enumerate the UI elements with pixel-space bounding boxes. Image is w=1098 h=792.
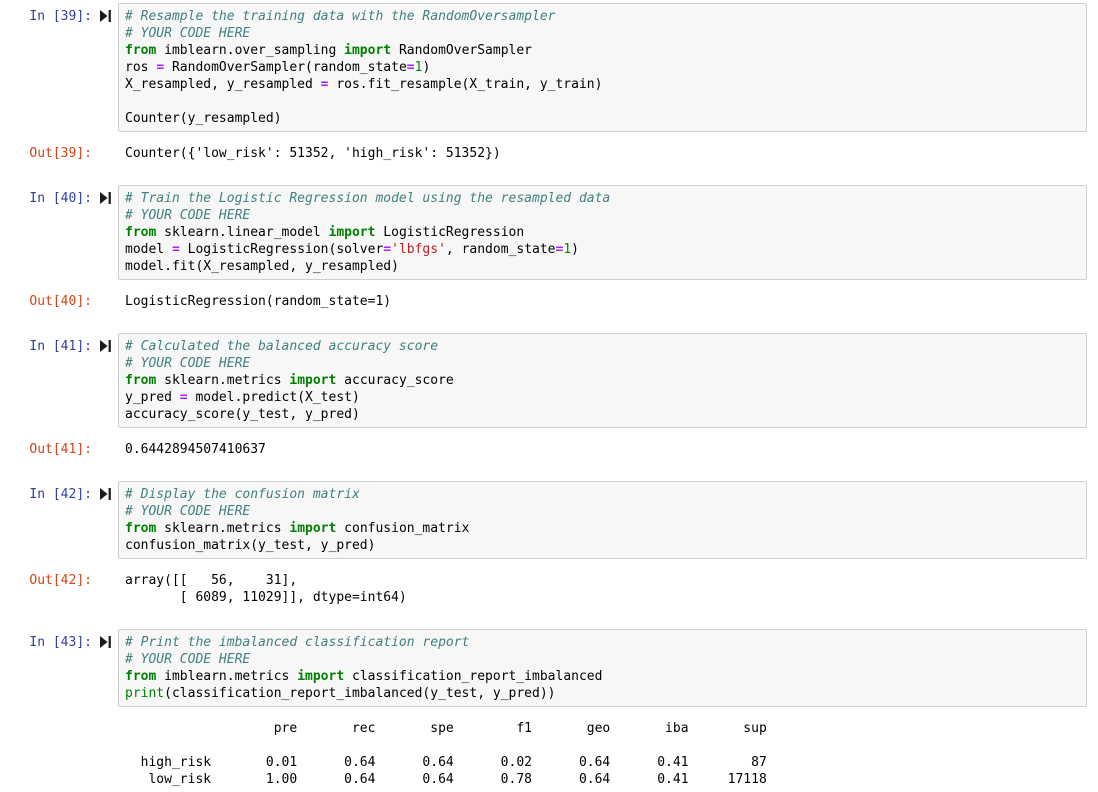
code-line: # YOUR CODE HERE xyxy=(125,26,251,41)
output-area: 0.6442894507410637 xyxy=(118,441,1098,458)
output-prompt: Out[41]: xyxy=(29,442,92,457)
code-line: from imblearn.metrics import classificat… xyxy=(125,669,603,684)
output-line: Counter({'low_risk': 51352, 'high_risk':… xyxy=(125,146,501,161)
run-cell-icon[interactable] xyxy=(99,10,111,22)
code-line: y_pred = model.predict(X_test) xyxy=(125,390,360,405)
code-line: Counter(y_resampled) xyxy=(125,111,282,126)
code-line: model = LogisticRegression(solver='lbfgs… xyxy=(125,242,579,257)
output-area: LogisticRegression(random_state=1) xyxy=(118,293,1098,310)
input-prompt: In [43]: xyxy=(29,635,92,650)
code-line: # Resample the training data with the Ra… xyxy=(125,9,556,24)
code-line: from sklearn.metrics import confusion_ma… xyxy=(125,521,470,536)
code-line: # Print the imbalanced classification re… xyxy=(125,635,470,650)
code-line: # YOUR CODE HERE xyxy=(125,356,251,371)
output-area: Counter({'low_risk': 51352, 'high_risk':… xyxy=(118,145,1098,162)
code-line: # YOUR CODE HERE xyxy=(125,208,251,223)
code-line: from imblearn.over_sampling import Rando… xyxy=(125,43,533,58)
code-cell-41: In [41]: # Calculated the balanced accur… xyxy=(0,333,1098,458)
run-cell-icon[interactable] xyxy=(99,636,111,648)
code-cell-43: In [43]: # Print the imbalanced classifi… xyxy=(0,629,1098,792)
code-line: confusion_matrix(y_test, y_pred) xyxy=(125,538,376,553)
play-step-icon xyxy=(99,636,111,648)
code-cell-40: In [40]: # Train the Logistic Regression… xyxy=(0,185,1098,310)
play-step-icon xyxy=(99,488,111,500)
output-prompt: Out[40]: xyxy=(29,294,92,309)
code-line: # Train the Logistic Regression model us… xyxy=(125,191,611,206)
output-line: [ 6089, 11029]], dtype=int64) xyxy=(125,590,407,605)
input-prompt: In [42]: xyxy=(29,487,92,502)
code-line: ros = RandomOverSampler(random_state=1) xyxy=(125,60,431,75)
code-cell-39: In [39]: # Resample the training data wi… xyxy=(0,3,1098,162)
code-editor[interactable]: # Display the confusion matrix # YOUR COD… xyxy=(118,481,1087,559)
run-cell-icon[interactable] xyxy=(99,488,111,500)
play-step-icon xyxy=(99,10,111,22)
code-cell-42: In [42]: # Display the confusion matrix #… xyxy=(0,481,1098,606)
code-line: # Display the confusion matrix xyxy=(125,487,360,502)
code-line: from sklearn.metrics import accuracy_sco… xyxy=(125,373,454,388)
code-editor[interactable]: # Train the Logistic Regression model us… xyxy=(118,185,1087,280)
run-cell-icon[interactable] xyxy=(99,340,111,352)
code-editor[interactable]: # Resample the training data with the Ra… xyxy=(118,3,1087,132)
code-line: from sklearn.linear_model import Logisti… xyxy=(125,225,525,240)
output-prompt: Out[42]: xyxy=(29,573,92,588)
code-line: accuracy_score(y_test, y_pred) xyxy=(125,407,360,422)
output-line: high_risk 0.01 0.64 0.64 0.02 0.64 0.41 … xyxy=(125,755,767,770)
input-prompt: In [39]: xyxy=(29,9,92,24)
output-line: 0.6442894507410637 xyxy=(125,442,266,457)
input-prompt: In [41]: xyxy=(29,339,92,354)
output-line: array([[ 56, 31], xyxy=(125,573,298,588)
code-line: model.fit(X_resampled, y_resampled) xyxy=(125,259,399,274)
play-step-icon xyxy=(99,340,111,352)
output-area: array([[ 56, 31], [ 6089, 11029]], dtype… xyxy=(118,572,1098,606)
input-prompt: In [40]: xyxy=(29,191,92,206)
play-step-icon xyxy=(99,192,111,204)
code-line: X_resampled, y_resampled = ros.fit_resam… xyxy=(125,77,603,92)
classification-report-output: pre rec spe f1 geo iba sup high_risk 0.0… xyxy=(118,720,1098,792)
output-line: LogisticRegression(random_state=1) xyxy=(125,294,392,309)
code-line: # YOUR CODE HERE xyxy=(125,652,251,667)
code-line: # Calculated the balanced accuracy score xyxy=(125,339,439,354)
output-prompt: Out[39]: xyxy=(29,146,92,161)
code-editor[interactable]: # Calculated the balanced accuracy score… xyxy=(118,333,1087,428)
output-line: pre rec spe f1 geo iba sup xyxy=(125,721,767,736)
code-line: print(classification_report_imbalanced(y… xyxy=(125,686,556,701)
code-line: # YOUR CODE HERE xyxy=(125,504,251,519)
notebook-area: In [39]: # Resample the training data wi… xyxy=(0,0,1098,792)
code-editor[interactable]: # Print the imbalanced classification re… xyxy=(118,629,1087,707)
output-line: low_risk 1.00 0.64 0.64 0.78 0.64 0.41 1… xyxy=(125,772,767,787)
run-cell-icon[interactable] xyxy=(99,192,111,204)
